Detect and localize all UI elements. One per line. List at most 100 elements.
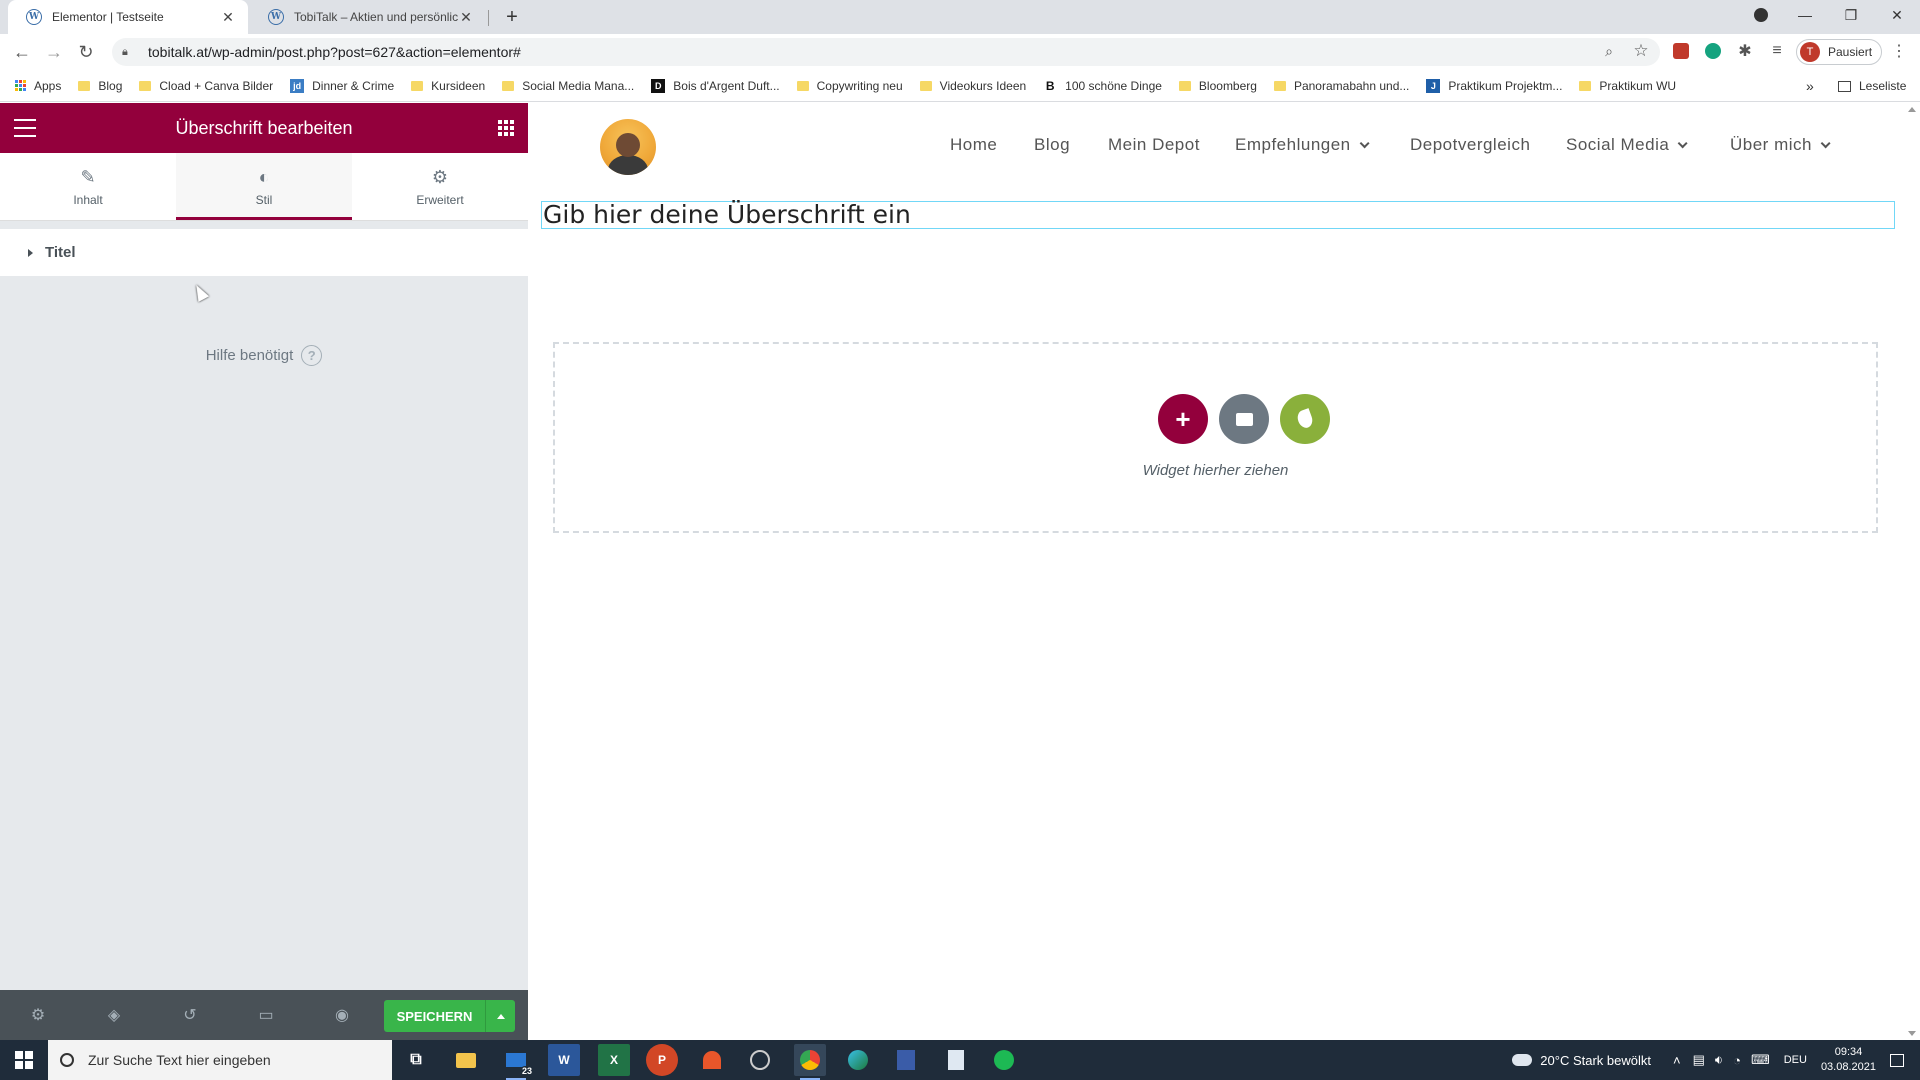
settings-gear-icon[interactable]: ⚙ <box>0 990 76 1040</box>
section-titel-toggle[interactable]: Titel <box>0 229 528 276</box>
taskbar-search-input[interactable]: Zur Suche Text hier eingeben <box>48 1040 392 1080</box>
volume-icon[interactable]: 🔉︎ <box>1715 1052 1723 1068</box>
address-bar[interactable]: 🔒︎ tobitalk.at/wp-admin/post.php?post=62… <box>112 38 1660 66</box>
grammarly-extension-icon[interactable] <box>1702 40 1724 62</box>
tab-label: Inhalt <box>73 192 103 207</box>
extensions-puzzle-icon[interactable]: ✱ <box>1734 40 1756 62</box>
nav-label: Empfehlungen <box>1235 135 1351 154</box>
preview-eye-icon[interactable]: ◉ <box>304 990 380 1040</box>
nav-mein-depot[interactable]: Mein Depot <box>1108 135 1200 155</box>
task-view-icon[interactable]: ⧉ <box>400 1044 432 1076</box>
app-orange-icon[interactable] <box>696 1044 728 1076</box>
adblock-extension-icon[interactable] <box>1670 40 1692 62</box>
bookmark-bloomberg[interactable]: Bloomberg <box>1178 79 1257 93</box>
windows-start-icon[interactable] <box>0 1040 48 1080</box>
obs-icon[interactable] <box>744 1044 776 1076</box>
nav-depotvergleich[interactable]: Depotvergleich <box>1410 135 1530 155</box>
zoom-icon[interactable]: ⌕ <box>1598 40 1620 62</box>
hamburger-menu-icon[interactable] <box>14 119 36 137</box>
tab-separator <box>488 10 489 26</box>
bookmark-social-media[interactable]: Social Media Mana... <box>502 79 634 93</box>
bookmark-kursideen[interactable]: Kursideen <box>411 79 485 93</box>
kebab-menu-icon[interactable]: ⋮ <box>1888 40 1910 62</box>
language-indicator[interactable]: DEU <box>1784 1054 1807 1066</box>
widgets-grid-icon[interactable] <box>498 120 514 136</box>
profile-button[interactable]: T Pausiert <box>1796 39 1882 65</box>
nav-home[interactable]: Home <box>950 135 997 155</box>
tab-erweitert[interactable]: ⚙ Erweitert <box>352 153 528 220</box>
save-options-button[interactable] <box>485 1000 515 1032</box>
bookmark-copywriting[interactable]: Copywriting neu <box>796 79 903 93</box>
spotify-icon[interactable] <box>988 1044 1020 1076</box>
clock[interactable]: 09:34 03.08.2021 <box>1821 1045 1876 1075</box>
powerpoint-icon[interactable]: P <box>646 1044 678 1076</box>
nav-empfehlungen[interactable]: Empfehlungen <box>1235 135 1370 155</box>
reload-icon[interactable]: ↻ <box>74 40 98 64</box>
navigator-layers-icon[interactable]: ◈ <box>76 990 152 1040</box>
back-arrow-icon[interactable]: ← <box>10 40 34 64</box>
edge-icon[interactable] <box>842 1044 874 1076</box>
restore-icon[interactable]: ❐ <box>1828 0 1874 30</box>
save-button[interactable]: SPEICHERN <box>384 1000 485 1032</box>
network-icon[interactable]: ▤ <box>1693 1052 1705 1068</box>
nav-social-media[interactable]: Social Media <box>1566 135 1688 155</box>
keyboard-icon[interactable]: ⌨ <box>1751 1052 1770 1068</box>
bookmark-bois-dargent[interactable]: D Bois d'Argent Duft... <box>651 78 780 93</box>
browser-tab-bar: W Elementor | Testseite ✕ W TobiTalk – A… <box>0 0 1920 34</box>
weather-text[interactable]: 20°C Stark bewölkt <box>1540 1053 1651 1068</box>
bookmark-cload-canva[interactable]: Cload + Canva Bilder <box>139 79 273 93</box>
bookmark-videokurs[interactable]: Videokurs Ideen <box>919 79 1026 93</box>
more-bookmarks-button[interactable]: » <box>1806 70 1814 102</box>
close-window-icon[interactable]: ✕ <box>1874 0 1920 30</box>
add-section-button[interactable]: + <box>1158 394 1208 444</box>
preview-scrollbar[interactable] <box>1904 103 1920 1040</box>
bookmark-dinner-crime[interactable]: jd Dinner & Crime <box>290 78 394 93</box>
tab-elementor-testseite[interactable]: W Elementor | Testseite ✕ <box>8 0 248 34</box>
help-link[interactable]: Hilfe benötigt ? <box>0 345 528 366</box>
wordpress-icon: W <box>26 9 42 25</box>
nav-blog[interactable]: Blog <box>1034 135 1070 155</box>
bookmark-praktikum-projekt[interactable]: J Praktikum Projektm... <box>1426 78 1562 93</box>
history-icon[interactable]: ↺ <box>152 990 228 1040</box>
notification-icon[interactable] <box>1890 1053 1904 1067</box>
chevron-up-icon[interactable]: ˄ <box>1673 1053 1681 1068</box>
close-icon[interactable]: ✕ <box>220 9 236 25</box>
template-kit-button[interactable] <box>1280 394 1330 444</box>
word-icon[interactable]: W <box>548 1044 580 1076</box>
forward-arrow-icon[interactable]: → <box>42 40 66 64</box>
file-explorer-icon[interactable] <box>450 1044 482 1076</box>
chrome-icon[interactable] <box>794 1044 826 1080</box>
responsive-mode-icon[interactable]: ▭ <box>228 990 304 1040</box>
bookmark-star-icon[interactable]: ☆ <box>1630 40 1652 62</box>
reading-list-label: Leseliste <box>1859 79 1907 93</box>
add-template-button[interactable] <box>1219 394 1269 444</box>
nav-ueber-mich[interactable]: Über mich <box>1730 135 1831 155</box>
scroll-up-icon[interactable] <box>1908 107 1916 112</box>
tab-search-icon[interactable] <box>1738 0 1784 30</box>
wordpress-icon: W <box>268 9 284 25</box>
bookmark-praktikum-wu[interactable]: Praktikum WU <box>1579 79 1676 93</box>
new-tab-button[interactable]: + <box>500 5 524 29</box>
notepad-icon[interactable] <box>940 1044 972 1076</box>
site-logo[interactable] <box>600 119 656 175</box>
app-blue-icon[interactable] <box>890 1044 922 1076</box>
tab-stil[interactable]: ◐ Stil <box>176 153 352 220</box>
widget-dropzone[interactable]: + Widget hierher ziehen <box>553 342 1878 533</box>
weather-cloud-icon[interactable] <box>1512 1054 1533 1066</box>
media-queue-icon[interactable]: ≡ <box>1766 40 1788 62</box>
bookmark-100-dinge[interactable]: B 100 schöne Dinge <box>1043 79 1162 93</box>
excel-icon[interactable]: X <box>598 1044 630 1076</box>
bookmark-panoramabahn[interactable]: Panoramabahn und... <box>1273 79 1409 93</box>
jd-icon: jd <box>290 78 305 93</box>
tab-tobitalk[interactable]: W TobiTalk – Aktien und persönliche ✕ <box>250 0 486 34</box>
tab-inhalt[interactable]: ✎ Inhalt <box>0 153 176 220</box>
reading-list-button[interactable]: Leseliste <box>1838 70 1906 102</box>
bookmark-blog[interactable]: Blog <box>78 79 122 93</box>
minimize-icon[interactable]: — <box>1782 0 1828 30</box>
bookmark-apps[interactable]: Apps <box>14 79 61 93</box>
heading-widget[interactable]: Gib hier deine Überschrift ein <box>541 201 1895 229</box>
mail-app-icon[interactable]: 23 <box>500 1044 534 1080</box>
close-icon[interactable]: ✕ <box>458 9 474 25</box>
scroll-down-icon[interactable] <box>1908 1031 1916 1036</box>
wifi-icon[interactable]: ◔ <box>1733 1053 1741 1068</box>
